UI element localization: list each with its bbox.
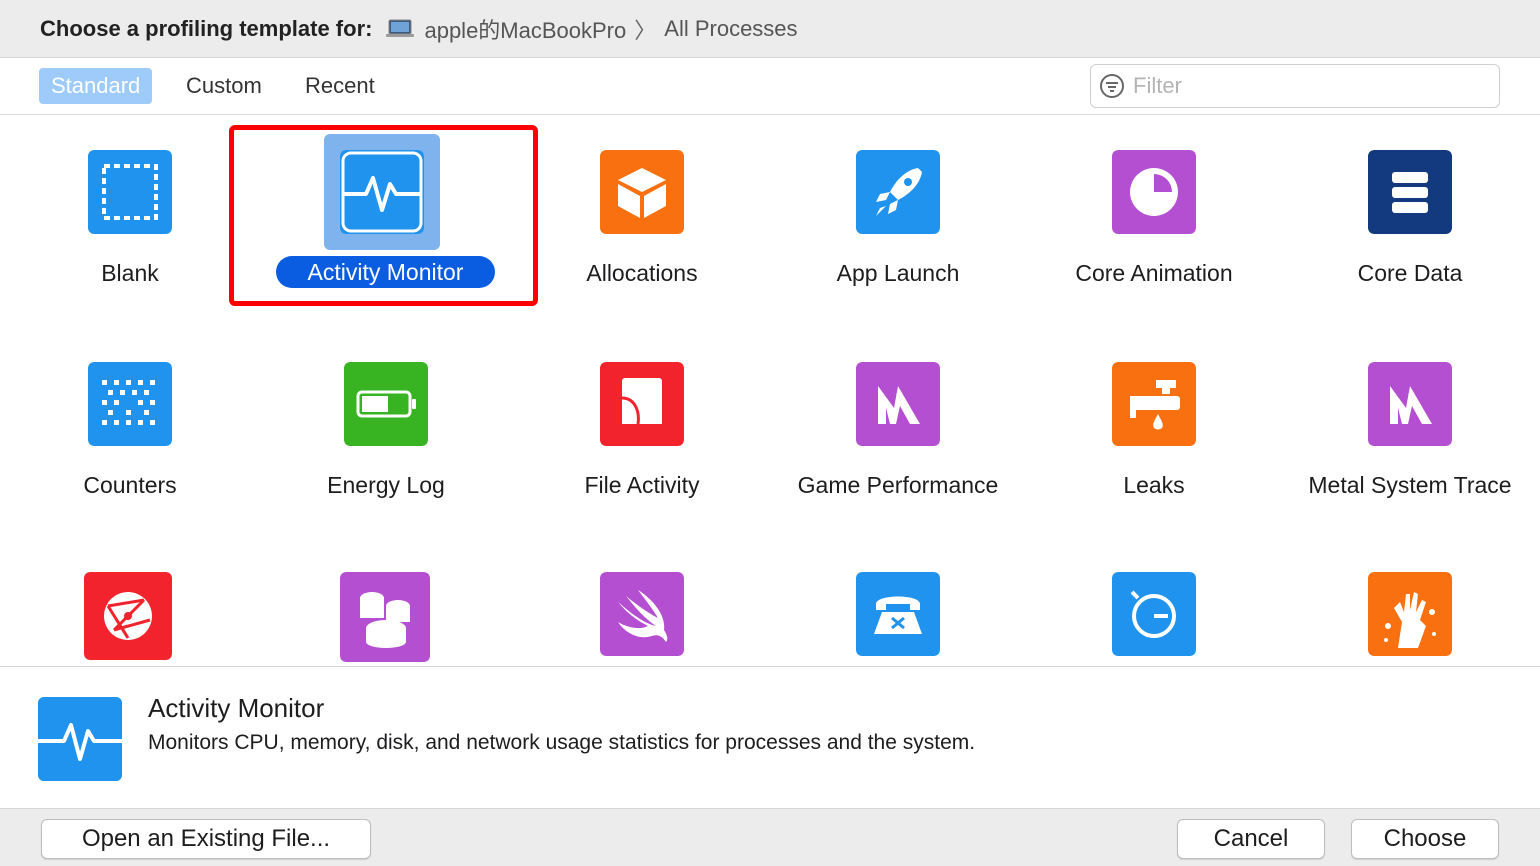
timer-icon xyxy=(1112,572,1196,656)
template-label: Core Animation xyxy=(1075,260,1233,286)
header-prompt: Choose a profiling template for: xyxy=(40,15,373,41)
blank-icon xyxy=(88,150,172,234)
template-label: Leaks xyxy=(1123,472,1185,498)
telephone-icon xyxy=(856,572,940,656)
description-text: Monitors CPU, memory, disk, and network … xyxy=(148,731,976,754)
open-existing-file-button[interactable]: Open an Existing File... xyxy=(41,819,371,859)
energy-log-icon xyxy=(344,362,428,446)
chooser-header: Choose a profiling template for: apple的M… xyxy=(0,0,1540,58)
network-icon xyxy=(84,572,172,660)
template-label: File Activity xyxy=(584,472,700,498)
template-tabs: Standard Custom Recent xyxy=(0,58,1540,115)
choose-button[interactable]: Choose xyxy=(1351,819,1499,859)
filter-icon xyxy=(1100,74,1124,98)
game-performance-icon xyxy=(856,362,940,446)
cancel-button[interactable]: Cancel xyxy=(1177,819,1325,859)
template-label: Counters xyxy=(83,472,177,498)
filter-input[interactable] xyxy=(1133,73,1473,99)
template-label: Core Data xyxy=(1357,260,1463,286)
template-label: Metal System Trace xyxy=(1308,472,1512,498)
tab-recent[interactable]: Recent xyxy=(293,68,387,104)
core-data-icon xyxy=(1368,150,1452,234)
swift-icon xyxy=(600,572,684,656)
counters-icon xyxy=(88,362,172,446)
zombies-icon xyxy=(1368,572,1452,656)
metal-system-trace-icon xyxy=(1368,362,1452,446)
template-description: Activity Monitor Monitors CPU, memory, d… xyxy=(0,666,1540,808)
file-activity-icon xyxy=(600,362,684,446)
template-label: Energy Log xyxy=(327,472,445,498)
chevron-right-icon: 〉 xyxy=(634,17,657,43)
allocations-icon xyxy=(600,150,684,234)
tab-custom[interactable]: Custom xyxy=(174,68,274,104)
device-name: apple的MacBookPro xyxy=(424,17,627,43)
app-launch-icon xyxy=(856,150,940,234)
template-label: Allocations xyxy=(586,260,698,286)
template-grid: Blank Activity Monitor Allocations App L… xyxy=(0,116,1540,666)
description-title: Activity Monitor xyxy=(148,693,325,723)
database-icon xyxy=(340,572,430,662)
core-animation-icon xyxy=(1112,150,1196,234)
filter-field[interactable] xyxy=(1090,64,1500,108)
target-selector[interactable]: apple的MacBookPro 〉 All Processes xyxy=(386,13,798,45)
laptop-icon xyxy=(386,19,415,37)
instruments-template-chooser: Choose a profiling template for: apple的M… xyxy=(0,0,1540,866)
tab-standard[interactable]: Standard xyxy=(39,68,153,104)
template-label: Game Performance xyxy=(797,472,999,498)
leaks-icon xyxy=(1112,362,1196,446)
highlight-box xyxy=(229,125,538,306)
target-process: All Processes xyxy=(664,15,798,41)
template-label: App Launch xyxy=(836,260,960,286)
activity-monitor-icon xyxy=(38,697,122,781)
chooser-footer: Open an Existing File... Cancel Choose xyxy=(0,808,1540,866)
template-label: Blank xyxy=(101,260,159,286)
